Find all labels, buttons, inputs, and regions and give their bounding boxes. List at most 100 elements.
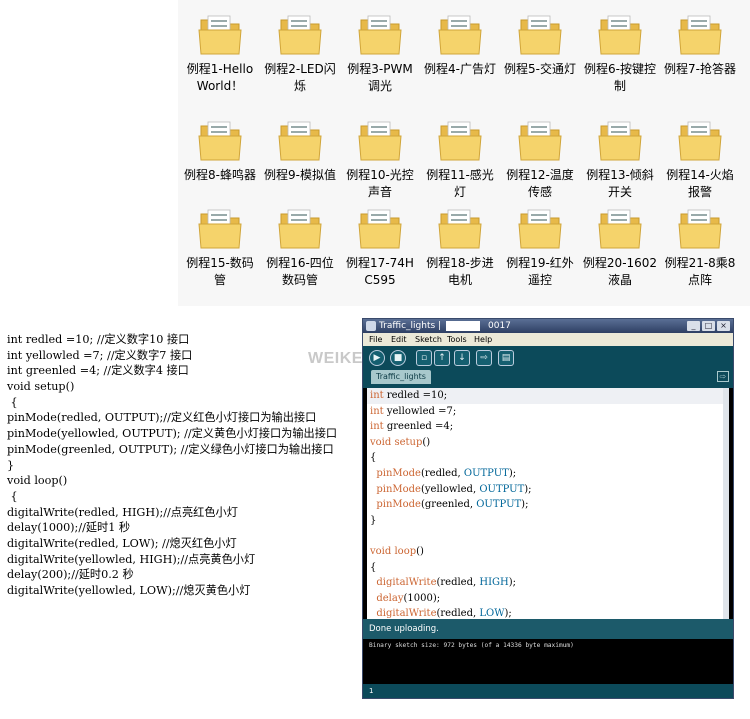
menu-tools[interactable]: Tools xyxy=(447,333,467,346)
folder-item[interactable]: 例程4-广告灯 xyxy=(420,10,500,78)
folder-icon xyxy=(598,209,642,249)
line-number-indicator: 1 xyxy=(363,684,733,698)
code-line: digitalWrite(yellowled, HIGH);//点亮黄色小灯 xyxy=(7,552,256,566)
folder-label: 例程9-模拟值 xyxy=(264,168,336,182)
folder-icon xyxy=(278,15,322,55)
editor-line: pinMode(yellowled, OUTPUT); xyxy=(376,483,532,495)
folder-icon xyxy=(358,209,402,249)
folder-icon xyxy=(278,121,322,161)
stop-icon[interactable]: ■ xyxy=(390,350,406,366)
folder-item[interactable]: 例程6-按键控制 xyxy=(580,10,660,95)
serial-monitor-icon[interactable]: ▤ xyxy=(498,350,514,366)
folder-icon xyxy=(198,209,242,249)
code-line: digitalWrite(redled, LOW); //熄灭红色小灯 xyxy=(7,536,237,550)
folder-item[interactable]: 例程7-抢答器 xyxy=(660,10,740,78)
folder-icon xyxy=(438,121,482,161)
minimize-button[interactable]: _ xyxy=(687,321,700,331)
folder-item[interactable]: 例程21-8乘8点阵 xyxy=(660,204,740,289)
editor-line: digitalWrite(redled, LOW); xyxy=(376,608,512,619)
code-line: digitalWrite(yellowled, LOW);//熄灭黄色小灯 xyxy=(7,584,251,597)
code-line: } xyxy=(7,458,15,472)
folder-item[interactable]: 例程11-感光灯 xyxy=(420,116,500,201)
menu-help[interactable]: Help xyxy=(474,333,492,346)
folder-item[interactable]: 例程1-Hello World！ xyxy=(180,10,260,95)
folder-item[interactable]: 例程20-1602液晶 xyxy=(580,204,660,289)
folder-icon xyxy=(678,209,722,249)
upload-icon[interactable]: ⇨ xyxy=(476,350,492,366)
folder-icon xyxy=(198,15,242,55)
folder-label: 例程11-感光灯 xyxy=(426,168,494,199)
folder-icon xyxy=(598,15,642,55)
folder-label: 例程7-抢答器 xyxy=(664,62,736,76)
folder-label: 例程18-步进电机 xyxy=(426,256,494,287)
menu-sketch[interactable]: Sketch xyxy=(415,333,442,346)
folder-label: 例程10-光控声音 xyxy=(346,168,414,199)
folder-label: 例程12-温度传感 xyxy=(506,168,574,199)
folder-item[interactable]: 例程2-LED闪烁 xyxy=(260,10,340,95)
console-output: Binary sketch size: 972 bytes (of a 1433… xyxy=(363,639,733,685)
folder-label: 例程16-四位数码管 xyxy=(266,256,334,287)
folder-item[interactable]: 例程10-光控声音 xyxy=(340,116,420,201)
save-icon[interactable]: ↓ xyxy=(454,350,470,366)
verify-icon[interactable]: ▶ xyxy=(369,350,385,366)
editor-lines: int redled =10; int yellowled =7; int gree… xyxy=(367,388,729,619)
folder-label: 例程6-按键控制 xyxy=(584,62,656,93)
code-line: delay(200);//延时0.2 秒 xyxy=(7,568,134,582)
tab-menu-icon[interactable]: ⇨ xyxy=(717,371,729,382)
tab-traffic-lights[interactable]: Traffic_lights xyxy=(371,370,431,384)
folder-item[interactable]: 例程12-温度传感 xyxy=(500,116,580,201)
code-editor[interactable]: int redled =10; int yellowled =7; int gree… xyxy=(367,388,729,619)
code-line: pinMode(redled, OUTPUT);//定义红色小灯接口为输出接口 xyxy=(7,411,317,425)
code-listing: int redled =10; //定义数字10 接口 int yellowled… xyxy=(7,332,357,599)
editor-scrollbar[interactable] xyxy=(723,388,729,619)
code-line: digitalWrite(redled, HIGH);//点亮红色小灯 xyxy=(7,505,238,519)
close-button[interactable]: × xyxy=(717,321,730,331)
editor-line: { xyxy=(370,561,377,573)
code-line: pinMode(greenled, OUTPUT); //定义绿色小灯接口为输出… xyxy=(7,442,334,456)
title-redaction xyxy=(446,321,480,331)
folder-item[interactable]: 例程15-数码管 xyxy=(180,204,260,289)
folder-label: 例程19-红外遥控 xyxy=(506,256,574,287)
editor-line: pinMode(greenled, OUTPUT); xyxy=(376,499,529,511)
code-line: int greenled =4; //定义数字4 接口 xyxy=(7,364,189,378)
code-line: void setup() xyxy=(7,380,75,394)
folder-item[interactable]: 例程3-PWM调光 xyxy=(340,10,420,95)
new-icon[interactable]: ▫ xyxy=(416,350,432,366)
folder-icon xyxy=(358,121,402,161)
menu-bar: File Edit Sketch Tools Help xyxy=(363,333,733,346)
folder-item[interactable]: 例程19-红外遥控 xyxy=(500,204,580,289)
folder-item[interactable]: 例程9-模拟值 xyxy=(260,116,340,184)
code-line: pinMode(yellowled, OUTPUT); //定义黄色小灯接口为输… xyxy=(7,427,338,441)
editor-line: digitalWrite(redled, HIGH); xyxy=(376,577,517,589)
folder-item[interactable]: 例程5-交通灯 xyxy=(500,10,580,78)
maximize-button[interactable]: □ xyxy=(702,321,715,331)
folder-label: 例程14-火焰报警 xyxy=(666,168,734,199)
folder-label: 例程5-交通灯 xyxy=(504,62,576,76)
folder-item[interactable]: 例程16-四位数码管 xyxy=(260,204,340,289)
folder-item[interactable]: 例程8-蜂鸣器 xyxy=(180,116,260,184)
folder-label: 例程21-8乘8点阵 xyxy=(664,256,736,287)
folder-icon xyxy=(198,121,242,161)
folder-icon xyxy=(438,209,482,249)
folder-icon xyxy=(278,209,322,249)
editor-line: void setup() xyxy=(370,436,431,448)
menu-file[interactable]: File xyxy=(369,333,382,346)
open-icon[interactable]: ↑ xyxy=(434,350,450,366)
folder-item[interactable]: 例程17-74HC595 xyxy=(340,204,420,289)
editor-line: void loop() xyxy=(370,545,424,557)
code-line: int redled =10; //定义数字10 接口 xyxy=(7,333,190,346)
code-line: { xyxy=(7,489,18,503)
folder-label: 例程20-1602液晶 xyxy=(582,256,658,287)
folder-item[interactable]: 例程18-步进电机 xyxy=(420,204,500,289)
code-line: int yellowled =7; //定义数字7 接口 xyxy=(7,348,193,362)
folder-item[interactable]: 例程13-倾斜开关 xyxy=(580,116,660,201)
menu-edit[interactable]: Edit xyxy=(391,333,407,346)
folder-icon xyxy=(438,15,482,55)
title-bar[interactable]: Traffic_lights | 0017 _ □ × xyxy=(363,319,733,333)
folder-label: 例程2-LED闪烁 xyxy=(264,62,336,93)
folder-item[interactable]: 例程14-火焰报警 xyxy=(660,116,740,201)
editor-line: } xyxy=(370,514,377,526)
folder-label: 例程4-广告灯 xyxy=(424,62,496,76)
folder-label: 例程17-74HC595 xyxy=(346,256,414,287)
